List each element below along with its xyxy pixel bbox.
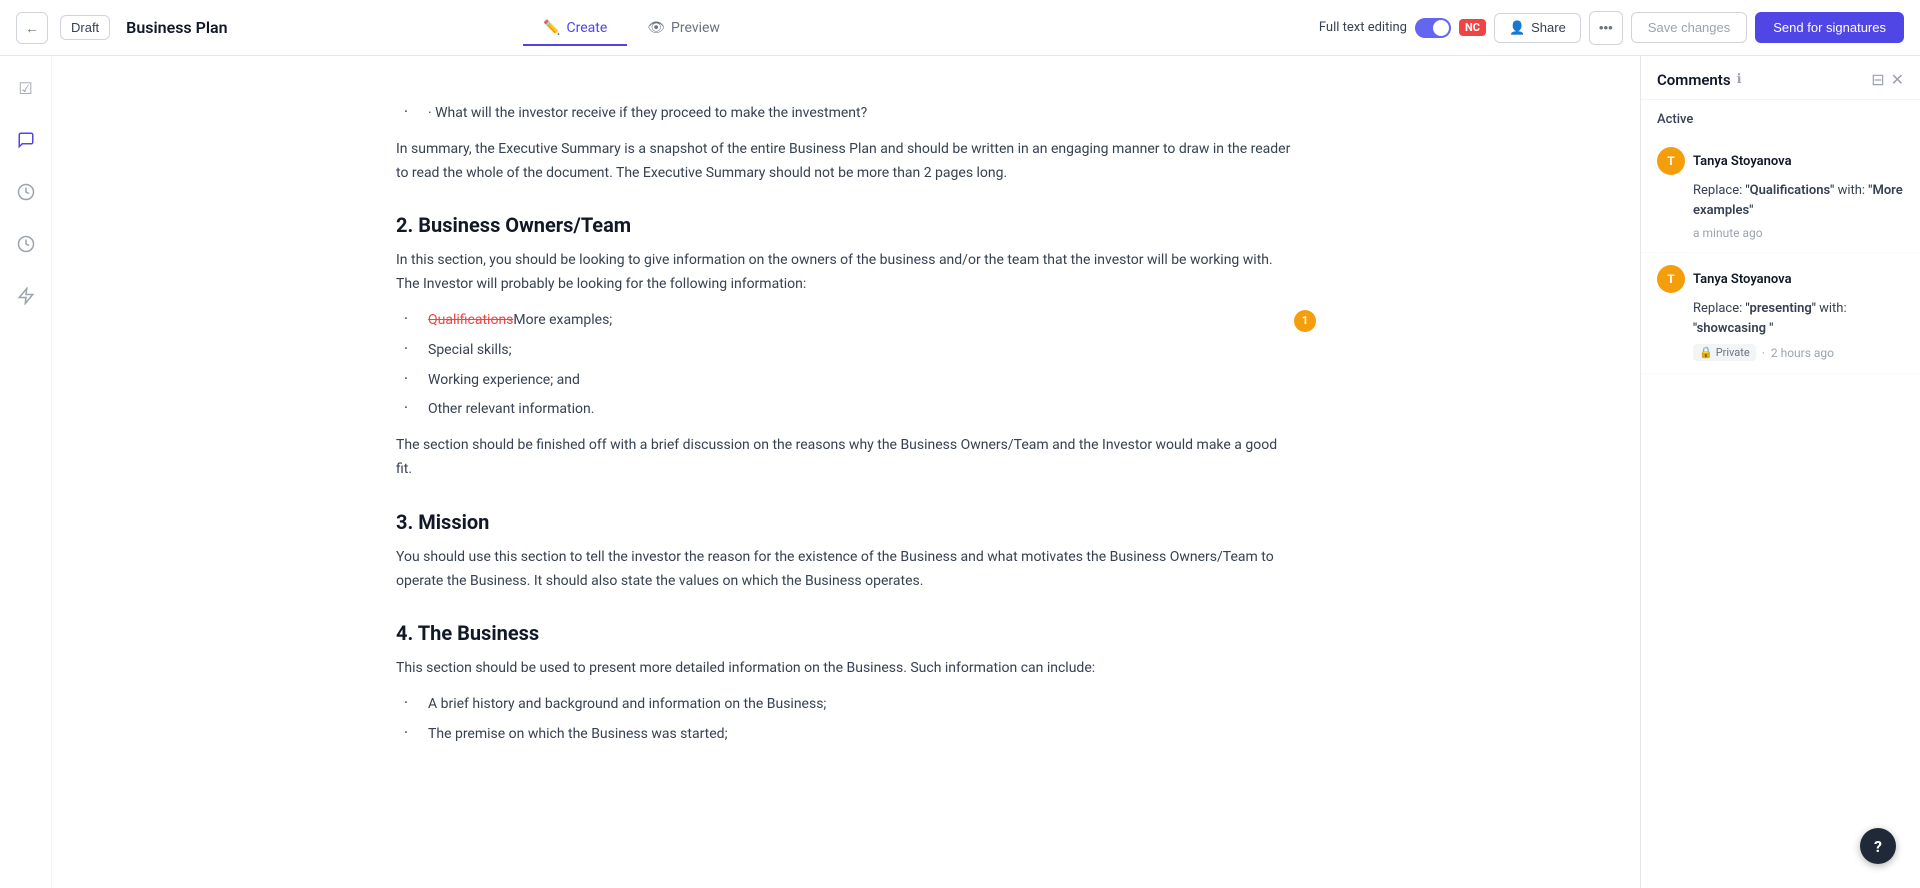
section2-outro: The section should be finished off with … xyxy=(396,434,1296,482)
document-content: · · What will the investor receive if th… xyxy=(396,102,1296,747)
comment-2-separator: · xyxy=(1762,346,1765,360)
help-button[interactable]: ? xyxy=(1860,828,1896,864)
tab-create[interactable]: ✏️ Create xyxy=(523,12,627,46)
bullet-qualifications-wrap: · QualificationsMore examples; 1 xyxy=(396,309,1296,333)
split-view-icon[interactable]: ⊟ xyxy=(1871,70,1884,89)
comments-title: Comments xyxy=(1657,71,1731,89)
comment-item-2: T Tanya Stoyanova Replace: "presenting" … xyxy=(1641,253,1920,374)
history-icon-2[interactable] xyxy=(10,228,42,260)
comment-2-replacement: "showcasing " xyxy=(1693,321,1773,336)
main-area: ☑ · · What will the investor xyxy=(0,56,1920,888)
toggle-thumb xyxy=(1433,20,1449,36)
comment-1-author: Tanya Stoyanova xyxy=(1693,154,1792,169)
private-label: Private xyxy=(1716,346,1750,359)
bullet-history-text: A brief history and background and infor… xyxy=(428,693,826,717)
info-icon: ℹ xyxy=(1737,72,1742,87)
full-text-label: Full text editing xyxy=(1319,20,1407,35)
comment-1-prefix: Replace: xyxy=(1693,183,1746,198)
topbar: ← Draft Business Plan ✏️ Create 👁 Previe… xyxy=(0,0,1920,56)
bullet-special-skills: · Special skills; xyxy=(396,339,1296,363)
bullet-investor-text: · What will the investor receive if they… xyxy=(428,102,867,126)
comment-bubble[interactable]: 1 xyxy=(1294,310,1316,332)
comments-panel: Comments ℹ ⊟ ✕ Active T Tanya Stoyanova … xyxy=(1640,56,1920,888)
tab-group: ✏️ Create 👁 Preview xyxy=(523,11,740,45)
strikethrough-qualifications: Qualifications xyxy=(428,312,513,328)
history-icon-1[interactable] xyxy=(10,176,42,208)
bullet-premise-text: The premise on which the Business was st… xyxy=(428,723,728,747)
summary-paragraph: In summary, the Executive Summary is a s… xyxy=(396,138,1296,186)
more-icon: ••• xyxy=(1599,20,1613,35)
checkbox-icon[interactable]: ☑ xyxy=(10,72,42,104)
comment-2-header: T Tanya Stoyanova xyxy=(1657,265,1904,293)
preview-icon: 👁 xyxy=(647,20,665,36)
comment-2-author: Tanya Stoyanova xyxy=(1693,272,1792,287)
inserted-more-examples: More examples; xyxy=(513,312,612,328)
document-area[interactable]: · · What will the investor receive if th… xyxy=(52,56,1640,888)
comment-2-original: "presenting" xyxy=(1746,301,1816,316)
lock-icon: 🔒 xyxy=(1699,346,1713,359)
comments-actions: ⊟ ✕ xyxy=(1871,70,1904,89)
bullet-premise: · The premise on which the Business was … xyxy=(396,723,1296,747)
section2-title: 2. Business Owners/Team xyxy=(396,213,1296,237)
comments-header: Comments ℹ ⊟ ✕ xyxy=(1641,56,1920,100)
comments-icon[interactable] xyxy=(10,124,42,156)
active-tab-row: Active xyxy=(1641,100,1920,135)
nc-badge: NC xyxy=(1459,19,1486,36)
section4-intro: This section should be used to present m… xyxy=(396,657,1296,681)
more-button[interactable]: ••• xyxy=(1589,11,1623,45)
comment-1-header: T Tanya Stoyanova xyxy=(1657,147,1904,175)
section4-title: 4. The Business xyxy=(396,621,1296,645)
comment-item-1: T Tanya Stoyanova Replace: "Qualificatio… xyxy=(1641,135,1920,253)
send-signatures-button[interactable]: Send for signatures xyxy=(1755,12,1904,43)
close-comments-icon[interactable]: ✕ xyxy=(1891,70,1904,89)
share-icon: 👤 xyxy=(1509,20,1525,36)
comment-1-original: "Qualifications" xyxy=(1746,183,1835,198)
bullet-qualifications: · QualificationsMore examples; xyxy=(396,309,1296,333)
avatar-1: T xyxy=(1657,147,1685,175)
active-label: Active xyxy=(1657,112,1693,127)
draft-badge[interactable]: Draft xyxy=(60,15,110,40)
comment-1-body: Replace: "Qualifications" with: "More ex… xyxy=(1657,181,1904,220)
create-icon: ✏️ xyxy=(543,20,560,36)
comment-1-meta: a minute ago xyxy=(1657,226,1904,240)
section3-title: 3. Mission xyxy=(396,510,1296,534)
bullet-working-text: Working experience; and xyxy=(428,369,580,393)
left-panel: ☑ xyxy=(0,56,52,888)
bullet-special-skills-text: Special skills; xyxy=(428,339,512,363)
tab-create-label: Create xyxy=(566,20,607,36)
comment-2-prefix: Replace: xyxy=(1693,301,1746,316)
share-button[interactable]: 👤 Share xyxy=(1494,13,1581,43)
private-badge: 🔒 Private xyxy=(1693,344,1756,361)
lightning-icon[interactable] xyxy=(10,280,42,312)
comment-1-timestamp: a minute ago xyxy=(1693,226,1763,240)
bullet-working-experience: · Working experience; and xyxy=(396,369,1296,393)
tab-preview-label: Preview xyxy=(671,20,720,36)
bullet-investor-receive: · · What will the investor receive if th… xyxy=(396,102,1296,126)
back-button[interactable]: ← xyxy=(16,12,48,44)
save-changes-button[interactable]: Save changes xyxy=(1631,12,1747,43)
avatar-2: T xyxy=(1657,265,1685,293)
full-text-toggle[interactable] xyxy=(1415,18,1451,38)
comment-2-meta: 🔒 Private · 2 hours ago xyxy=(1657,344,1904,361)
comment-1-with: with: xyxy=(1834,183,1868,198)
topbar-right: Full text editing NC 👤 Share ••• Save ch… xyxy=(1319,11,1904,45)
bullet-other-info: · Other relevant information. xyxy=(396,398,1296,422)
section3-para: You should use this section to tell the … xyxy=(396,546,1296,594)
share-label: Share xyxy=(1531,20,1566,35)
comment-2-timestamp: 2 hours ago xyxy=(1771,346,1834,360)
comments-title-row: Comments ℹ xyxy=(1657,71,1742,89)
bullet-other-text: Other relevant information. xyxy=(428,398,594,422)
bullet-history: · A brief history and background and inf… xyxy=(396,693,1296,717)
bullet-qualifications-text: QualificationsMore examples; xyxy=(428,309,612,333)
tab-preview[interactable]: 👁 Preview xyxy=(627,12,740,46)
document-title: Business Plan xyxy=(126,18,227,37)
comment-2-body: Replace: "presenting" with: "showcasing … xyxy=(1657,299,1904,338)
comment-2-with: with: xyxy=(1816,301,1847,316)
section2-intro: In this section, you should be looking t… xyxy=(396,249,1296,297)
